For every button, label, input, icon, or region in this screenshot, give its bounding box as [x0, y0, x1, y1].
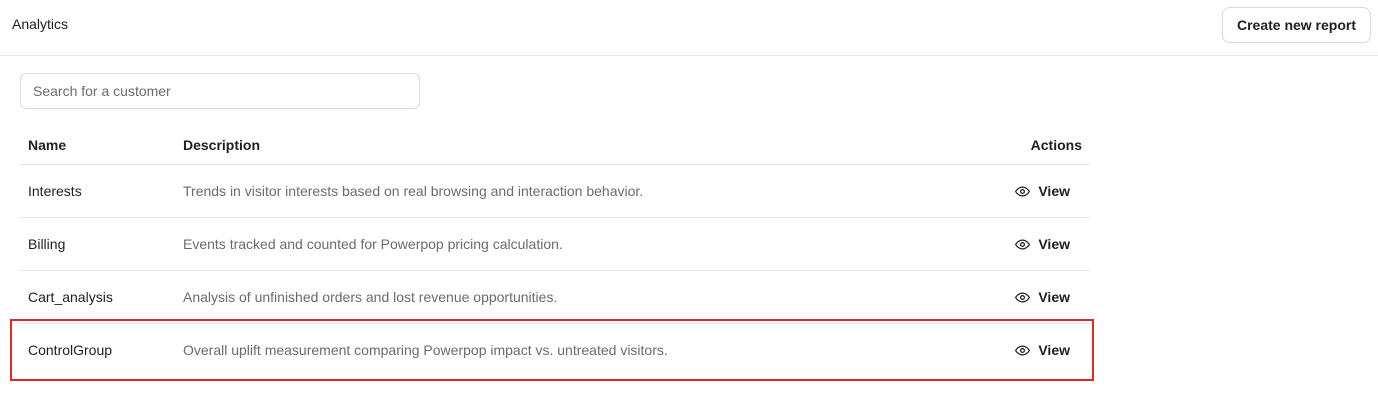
- create-new-report-button[interactable]: Create new report: [1222, 7, 1371, 43]
- search-container: [20, 73, 420, 109]
- eye-icon: [1015, 345, 1031, 355]
- column-header-name: Name: [28, 137, 67, 153]
- view-label: View: [1038, 342, 1070, 358]
- report-description: Trends in visitor interests based on rea…: [183, 183, 644, 199]
- eye-icon: [1015, 186, 1031, 196]
- top-bar: Analytics Create new report: [0, 0, 1378, 56]
- search-input[interactable]: [20, 73, 420, 109]
- report-name: Billing: [28, 236, 66, 252]
- column-header-actions: Actions: [1030, 137, 1082, 153]
- report-description: Overall uplift measurement comparing Pow…: [183, 342, 668, 358]
- page-title: Analytics: [12, 16, 69, 32]
- table-row: ControlGroup Overall uplift measurement …: [20, 324, 1090, 377]
- eye-icon: [1015, 292, 1031, 302]
- view-button[interactable]: View: [1015, 181, 1070, 201]
- report-name: ControlGroup: [28, 342, 113, 358]
- view-button[interactable]: View: [1015, 234, 1070, 254]
- report-description: Analysis of unfinished orders and lost r…: [183, 289, 558, 305]
- view-button[interactable]: View: [1015, 287, 1070, 307]
- table-row: Interests Trends in visitor interests ba…: [20, 165, 1090, 218]
- view-label: View: [1038, 183, 1070, 199]
- view-label: View: [1038, 236, 1070, 252]
- view-button[interactable]: View: [1015, 340, 1070, 360]
- eye-icon: [1015, 239, 1031, 249]
- table-row: Cart_analysis Analysis of unfinished ord…: [20, 271, 1090, 324]
- table-header: Name Description Actions: [20, 124, 1090, 165]
- view-label: View: [1038, 289, 1070, 305]
- column-header-description: Description: [183, 137, 261, 153]
- report-description: Events tracked and counted for Powerpop …: [183, 236, 563, 252]
- report-name: Interests: [28, 183, 82, 199]
- report-name: Cart_analysis: [28, 289, 113, 305]
- reports-table: Name Description Actions Interests Trend…: [20, 124, 1090, 377]
- table-row: Billing Events tracked and counted for P…: [20, 218, 1090, 271]
